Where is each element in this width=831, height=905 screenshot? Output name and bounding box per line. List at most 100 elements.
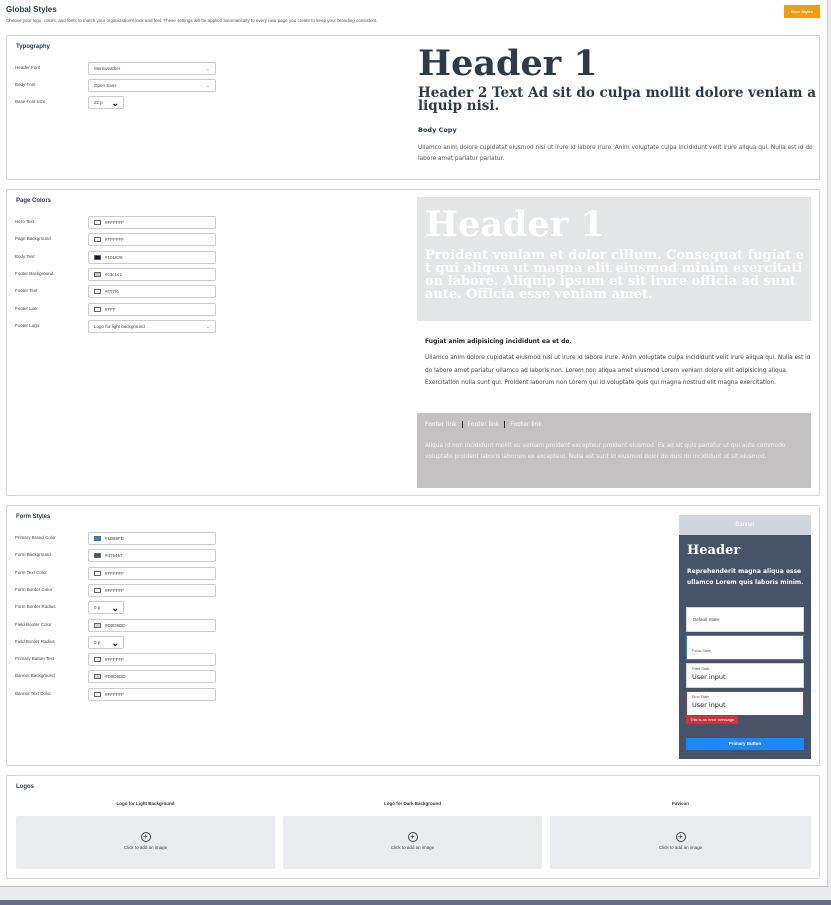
- logo-light-upload[interactable]: + Click to add an image: [16, 816, 275, 869]
- form-style-row-color-input[interactable]: #1B88FB: [88, 532, 216, 545]
- header-font-label: Header Font: [15, 65, 41, 70]
- color-swatch[interactable]: [94, 570, 101, 576]
- footer-links: Footer link Footer link Footer link: [425, 421, 542, 428]
- form-style-row-value: #FFFFFF: [105, 657, 124, 663]
- form-preview-header: Header: [687, 543, 741, 558]
- chevron-down-icon: ⌄: [111, 637, 119, 648]
- form-style-row-value: 0 p: [94, 639, 101, 645]
- add-circle-icon: +: [675, 832, 686, 842]
- page-color-row-label: Footer Link: [15, 305, 38, 311]
- hero-text: Proident veniam et dolor cillum. Consequ…: [425, 248, 804, 302]
- color-swatch[interactable]: [94, 657, 101, 663]
- color-swatch[interactable]: [94, 587, 101, 593]
- error-state-label: Error State: [692, 695, 709, 699]
- chevron-down-icon: ⌄: [205, 66, 210, 72]
- primary-button-preview[interactable]: Primary Button: [686, 738, 804, 750]
- chevron-down-icon: ⌄: [111, 603, 119, 614]
- form-style-row-value: #FFFFFF: [105, 570, 124, 576]
- page-color-row-color-input[interactable]: #101828: [88, 250, 216, 264]
- form-style-row-color-input[interactable]: #FFFFFF: [88, 566, 216, 580]
- logos-title: Logos: [16, 784, 34, 790]
- page-color-row-value: #c3c1c1: [105, 271, 122, 277]
- error-state-value: User input: [692, 701, 726, 709]
- body-font-value: Open Sans: [94, 83, 117, 88]
- chevron-down-icon: ⌄: [205, 324, 210, 330]
- form-style-row-label: Field Border Radius: [15, 638, 55, 644]
- logo-dark-cta: Click to add an image: [390, 845, 435, 850]
- logo-light-label: Logo for Light Background: [116, 801, 175, 806]
- page-color-row-color-input[interactable]: #f7f7f6: [88, 285, 216, 299]
- page-color-row-color-input[interactable]: #FFF: [88, 302, 216, 316]
- footer-link-2[interactable]: Footer link: [463, 421, 506, 428]
- color-swatch[interactable]: [94, 691, 101, 697]
- filled-state-field[interactable]: Filled State User input: [686, 663, 804, 688]
- page-color-row-color-input[interactable]: #FFFFFF: [88, 216, 216, 229]
- page-color-row-label: Body Text: [15, 253, 35, 259]
- color-swatch[interactable]: [94, 536, 101, 541]
- body-font-select[interactable]: Open Sans ⌄: [88, 79, 216, 92]
- color-swatch[interactable]: [94, 553, 101, 559]
- form-style-row-select[interactable]: 0 p ⌄: [88, 635, 124, 649]
- color-swatch[interactable]: [94, 289, 101, 295]
- bottom-scrollbar: [0, 900, 831, 905]
- filled-state-value: User input: [692, 673, 726, 681]
- footer-link-1[interactable]: Footer link: [425, 421, 463, 428]
- chevron-down-icon: ⌄: [205, 83, 210, 89]
- page-colors-title: Page Colors: [16, 198, 52, 204]
- form-style-row-label: Form Border Radius: [15, 604, 56, 610]
- footer-link-3[interactable]: Footer link: [505, 421, 542, 428]
- form-style-row-label: Form Text Color: [15, 569, 47, 575]
- form-style-row-color-input[interactable]: #FFFFFF: [88, 653, 216, 667]
- base-font-size-select[interactable]: 22 p ⌄: [88, 96, 124, 109]
- form-style-row-color-input[interactable]: #D0D5DD: [88, 670, 216, 684]
- focus-state-label: Focus State: [692, 649, 711, 653]
- color-swatch[interactable]: [94, 306, 101, 312]
- color-swatch[interactable]: [94, 674, 101, 680]
- form-style-row-color-input[interactable]: #FFFFFF: [88, 583, 216, 597]
- form-style-row-color-input[interactable]: #FFFFFF: [88, 687, 216, 701]
- error-state-field[interactable]: Error State User input: [686, 691, 804, 716]
- form-style-row-color-input[interactable]: #475467: [88, 549, 216, 563]
- chevron-down-icon: ⌄: [111, 98, 119, 108]
- page-title: Global Styles: [6, 5, 57, 14]
- body-font-label: Body Font: [15, 82, 36, 87]
- form-style-row-label: Banner Text Color: [15, 690, 51, 696]
- hero-header-1: Header 1: [425, 204, 605, 245]
- form-styles-card: Form Styles Primary Brand Color #1B88FB Fo…: [6, 505, 820, 766]
- default-state-field[interactable]: Default State: [686, 607, 804, 632]
- logo-dark-upload[interactable]: + Click to add an image: [283, 816, 542, 869]
- favicon-upload[interactable]: + Click to add an image: [550, 816, 811, 869]
- page-color-row-color-input[interactable]: #FFFFFF: [88, 233, 216, 247]
- page-description: Choose your logo, colors, and fonts to m…: [6, 18, 378, 23]
- form-style-row-value: 0 p: [94, 605, 101, 611]
- color-swatch[interactable]: [94, 254, 101, 260]
- global-styles-page: Global Styles Choose your logo, colors, …: [0, 0, 828, 887]
- form-style-row-color-input[interactable]: #D0D5DD: [88, 618, 216, 632]
- preview-header-2: Header 2 Text Ad sit do culpa mollit dol…: [418, 85, 817, 114]
- form-style-row-value: #475467: [105, 553, 123, 559]
- page-color-row-value: #FFFFFF: [105, 220, 124, 225]
- color-swatch[interactable]: [94, 220, 101, 225]
- color-swatch[interactable]: [94, 271, 101, 277]
- error-message: This is an error message: [686, 716, 739, 724]
- color-swatch[interactable]: [94, 237, 101, 243]
- form-style-row-value: #D0D5DD: [105, 622, 126, 628]
- footer-logo-select[interactable]: Logo for light background ⌄: [88, 320, 216, 333]
- color-swatch[interactable]: [94, 622, 101, 628]
- page-color-row-color-input[interactable]: #c3c1c1: [88, 267, 216, 281]
- form-style-row-label: Banner Background: [15, 673, 55, 679]
- page-color-row-label: Footer Background: [15, 270, 54, 276]
- header-font-select[interactable]: Merriweather ⌄: [88, 62, 216, 75]
- typography-title: Typography: [16, 44, 50, 50]
- preview-bold-line: Fugiat anim adipisicing incididunt ea et…: [425, 338, 572, 345]
- footer-logo-value: Logo for light background: [94, 324, 145, 329]
- footer-preview: Footer link Footer link Footer link Aliq…: [417, 413, 811, 488]
- footer-preview-text: Aliqua id non incididunt mollit eu venia…: [425, 443, 786, 460]
- page-color-row-label: Footer Text: [15, 288, 38, 294]
- save-styles-button[interactable]: Save Styles: [784, 5, 820, 18]
- favicon-label: Favicon: [671, 801, 689, 806]
- form-style-row-label: Primary Brand Color: [15, 535, 56, 540]
- form-style-row-select[interactable]: 0 p ⌄: [88, 601, 124, 615]
- focus-state-field[interactable]: Focus State: [686, 635, 804, 660]
- page-color-row-value: #FFF: [105, 306, 116, 312]
